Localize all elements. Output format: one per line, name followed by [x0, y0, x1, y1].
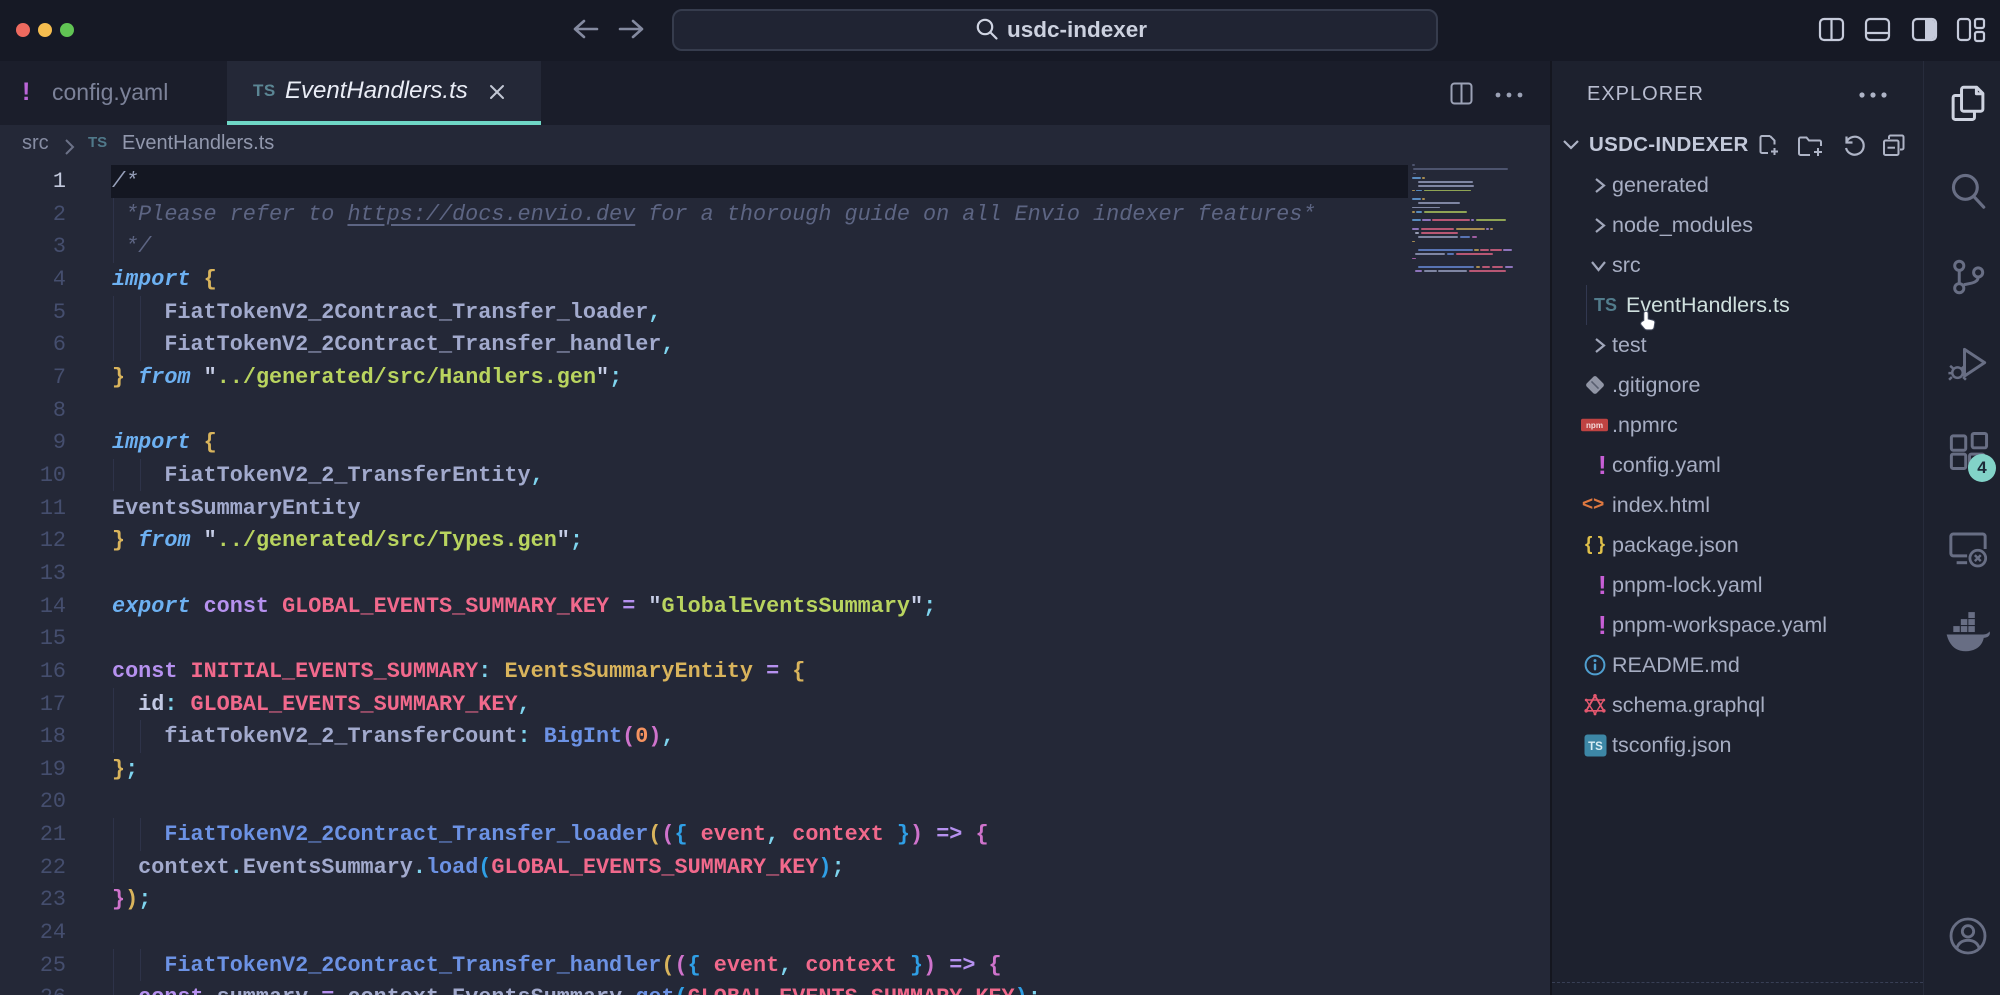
- svg-text:npm: npm: [1586, 421, 1603, 430]
- svg-text:TS: TS: [1588, 741, 1603, 753]
